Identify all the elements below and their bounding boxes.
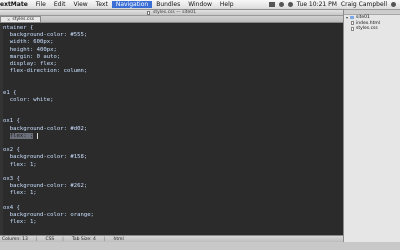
code-line[interactable]: ox3 { — [3, 176, 94, 183]
code-line[interactable]: width: 600px; — [3, 39, 94, 46]
menu-view[interactable]: View — [69, 1, 91, 8]
code-line[interactable] — [3, 169, 94, 176]
menu-bar: extMate File Edit View Text Navigation B… — [0, 0, 400, 10]
file-icon — [351, 21, 354, 26]
file-tree: ▾ site01 index.html styles.css — [344, 15, 400, 32]
code-editor[interactable]: ntainer { background-color: #555; width:… — [0, 24, 343, 235]
code-line[interactable]: ox1 { — [3, 118, 94, 125]
menu-file[interactable]: File — [32, 1, 50, 8]
tab-size-selector[interactable]: Tab Size: 4 — [72, 237, 96, 242]
desktop-background — [0, 242, 400, 250]
file-label: styles.css — [356, 26, 378, 32]
disclosure-triangle-icon[interactable]: ▾ — [346, 15, 348, 20]
menu-window[interactable]: Window — [184, 1, 216, 8]
code-line[interactable]: height: 400px; — [3, 47, 94, 54]
menu-edit[interactable]: Edit — [50, 1, 70, 8]
code-line[interactable]: background-color: #555; — [3, 32, 94, 39]
code-line[interactable]: ox4 { — [3, 205, 94, 212]
code-line[interactable]: display: flex; — [3, 61, 94, 68]
menu-navigation[interactable]: Navigation — [111, 1, 153, 8]
code-line[interactable]: flex-direction: column; — [3, 68, 94, 75]
folder-label: site01 — [356, 15, 370, 21]
status-tray: Tue 10:21 PM Craig Campbell — [268, 1, 400, 8]
code-line[interactable]: color: white; — [3, 97, 94, 104]
selected-text[interactable]: flex: ; — [9, 133, 34, 140]
tab-bar: × styles.css — [0, 16, 343, 23]
spotlight-icon[interactable] — [391, 2, 396, 7]
separator: | — [35, 236, 38, 242]
code-line[interactable]: flex: ; — [3, 132, 94, 140]
tab-label: styles.css — [12, 17, 35, 22]
code-line[interactable]: ox2 { — [3, 147, 94, 154]
menu-bundles[interactable]: Bundles — [152, 1, 184, 8]
code-line[interactable]: e1 { — [3, 90, 94, 97]
code-line[interactable] — [3, 83, 94, 90]
column-indicator[interactable]: Column: 13 — [2, 237, 28, 242]
wifi-icon[interactable] — [278, 2, 284, 7]
code-line[interactable]: background-color: #158; — [3, 154, 94, 161]
code-line[interactable]: margin: 0 auto; — [3, 54, 94, 61]
code-line[interactable] — [3, 140, 94, 147]
text-cursor — [37, 132, 39, 139]
code-line[interactable]: flex: 1; — [3, 219, 94, 226]
app-menu[interactable]: extMate — [0, 1, 32, 8]
status-bar: Column: 13 | CSS | Tab Size: 4 | html — [0, 235, 343, 242]
menu-help[interactable]: Help — [216, 1, 238, 8]
separator: | — [62, 236, 64, 242]
document-icon — [147, 10, 151, 15]
clock[interactable]: Tue 10:21 PM — [297, 1, 337, 8]
code-line[interactable] — [3, 104, 94, 111]
code-line[interactable]: background-color: orange; — [3, 212, 94, 219]
tree-file-styles-css[interactable]: styles.css — [346, 26, 400, 32]
battery-icon[interactable] — [268, 2, 275, 7]
close-icon[interactable]: × — [7, 17, 10, 22]
code-line[interactable]: background-color: #262; — [3, 183, 94, 190]
code-line[interactable] — [3, 75, 94, 82]
code-line[interactable] — [3, 111, 94, 118]
file-label: index.html — [356, 20, 380, 26]
project-drawer: ▾ site01 index.html styles.css — [343, 10, 400, 242]
editor-window: styles.css — site01 × styles.css ntainer… — [0, 10, 343, 242]
code-line[interactable]: flex: 1; — [3, 190, 94, 197]
language-selector[interactable]: CSS — [45, 237, 54, 242]
code-line[interactable] — [3, 226, 94, 233]
scope-selector[interactable]: html — [113, 237, 123, 242]
code-line[interactable]: background-color: #d02; — [3, 126, 94, 133]
user-name[interactable]: Craig Campbell — [341, 1, 387, 8]
tab-styles-css[interactable]: × styles.css — [0, 16, 42, 22]
code-line[interactable]: ntainer { — [3, 25, 94, 32]
code-text[interactable]: ntainer { background-color: #555; width:… — [3, 25, 94, 235]
separator: | — [103, 236, 106, 242]
folder-icon — [350, 16, 355, 20]
file-icon — [351, 26, 354, 31]
volume-icon[interactable] — [287, 2, 293, 7]
code-line[interactable]: flex: 1; — [3, 162, 94, 169]
code-line[interactable] — [3, 198, 94, 205]
window-title: styles.css — site01 — [153, 10, 196, 15]
menu-text[interactable]: Text — [92, 1, 112, 8]
